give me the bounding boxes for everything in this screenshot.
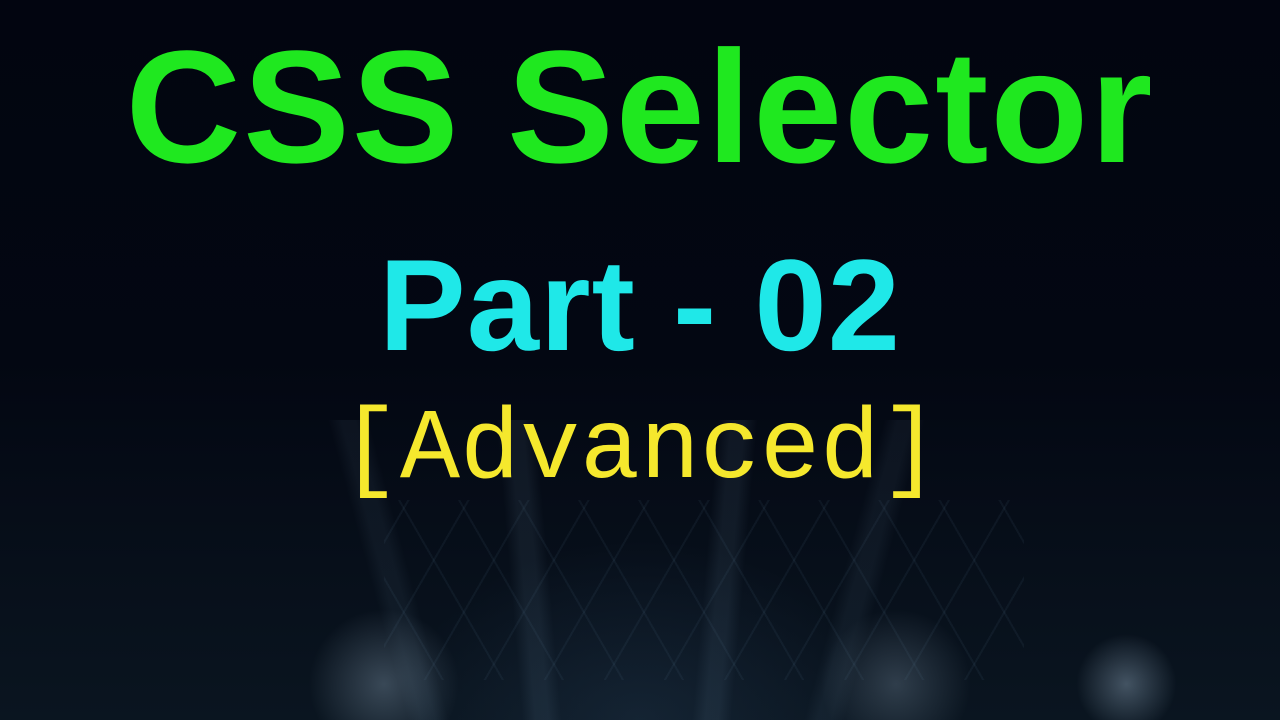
level-text: [Advanced] (340, 402, 940, 502)
part-text: Part - 02 (379, 234, 901, 377)
title-text: CSS Selector (126, 15, 1155, 199)
